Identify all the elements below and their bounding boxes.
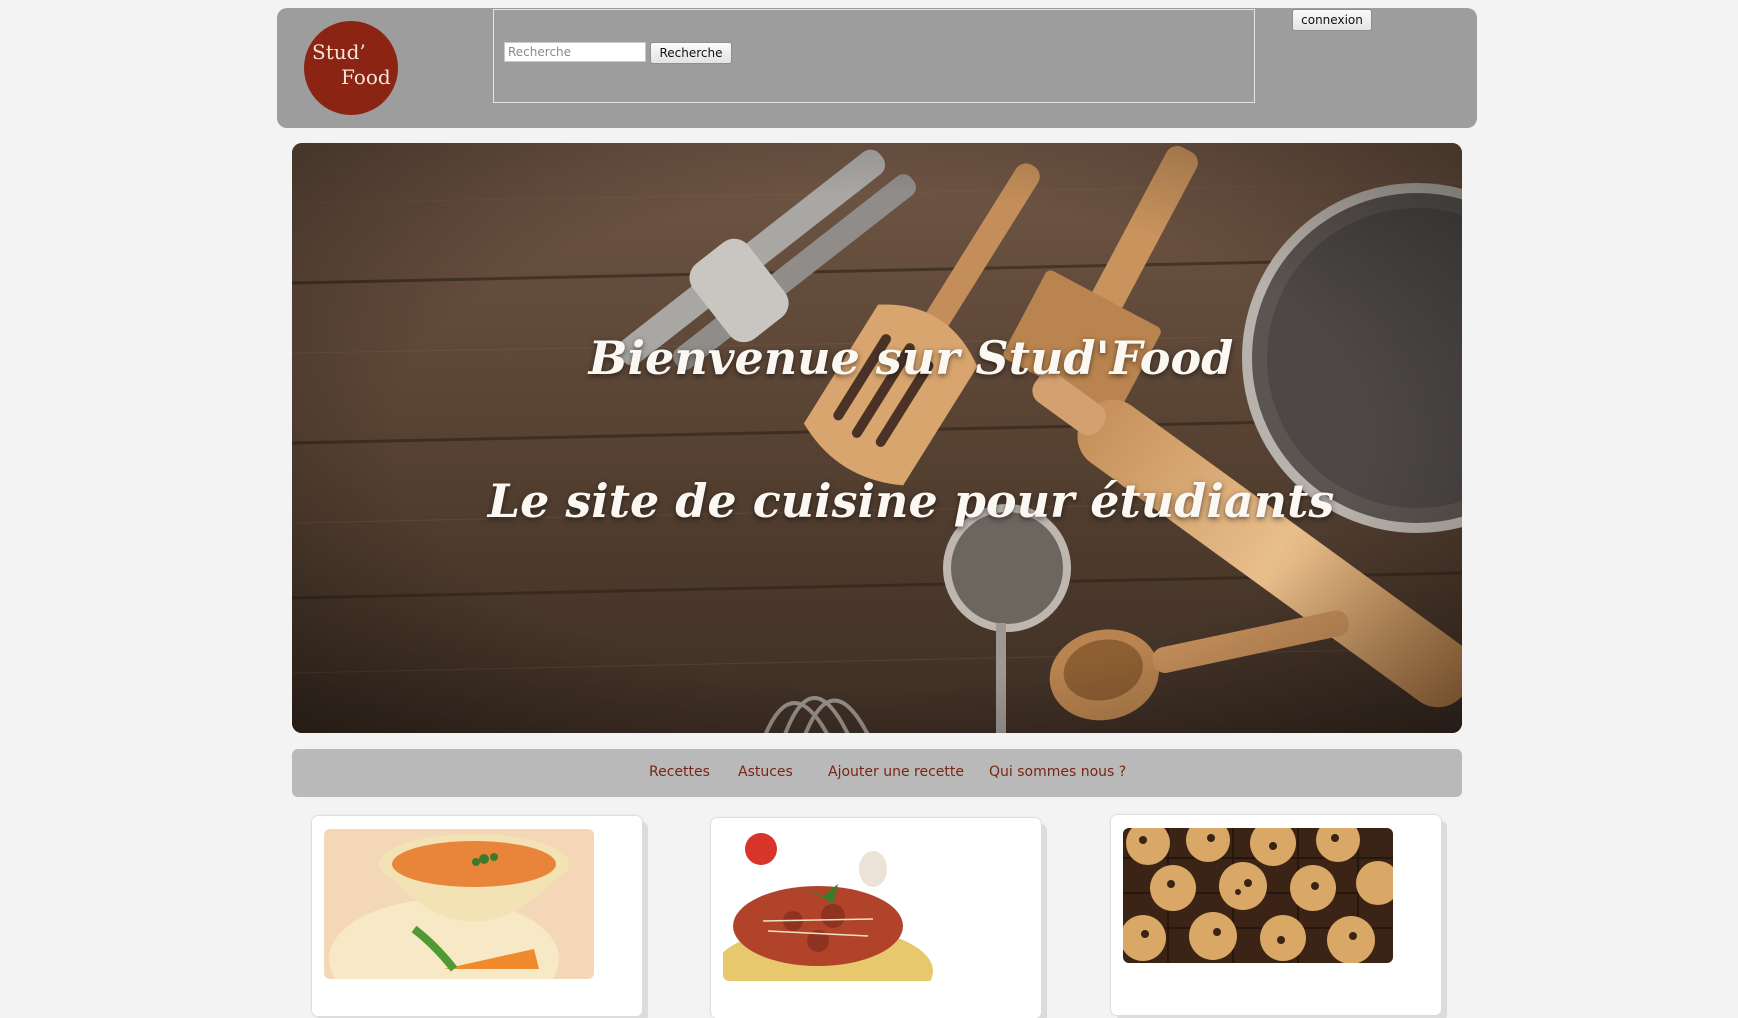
hero-title: Bienvenue sur Stud'Food [588, 331, 1234, 385]
site-header: Stud’ Food Recherche connexion [277, 8, 1477, 128]
logo-text-line1: Stud’ [312, 40, 366, 64]
recipe-card[interactable] [711, 818, 1041, 1018]
hero-banner: Bienvenue sur Stud'Food Le site de cuisi… [292, 143, 1462, 733]
main-nav: Recettes Astuces Ajouter une recette Qui… [292, 749, 1462, 797]
carrot-soup-image[interactable] [324, 829, 594, 979]
recipe-card[interactable] [312, 816, 642, 1016]
hero-subtitle: Le site de cuisine pour étudiants [487, 474, 1335, 528]
search-input[interactable] [504, 42, 646, 62]
chocolate-chip-cookies-image[interactable] [1123, 828, 1393, 963]
search-button[interactable]: Recherche [650, 42, 732, 64]
search-panel: Recherche [493, 9, 1255, 103]
studfood-logo[interactable]: Stud’ Food [304, 21, 398, 115]
recipe-card[interactable] [1111, 815, 1441, 1015]
nav-astuces[interactable]: Astuces [738, 764, 793, 780]
kitchen-utensils-background-image [292, 143, 1462, 733]
login-button[interactable]: connexion [1292, 9, 1372, 31]
logo-text-line2: Food [341, 65, 391, 89]
nav-ajouter-recette[interactable]: Ajouter une recette [828, 764, 964, 780]
nav-qui-sommes-nous[interactable]: Qui sommes nous ? [989, 764, 1126, 780]
spaghetti-bolognese-image[interactable] [723, 831, 993, 981]
nav-recettes[interactable]: Recettes [649, 764, 710, 780]
